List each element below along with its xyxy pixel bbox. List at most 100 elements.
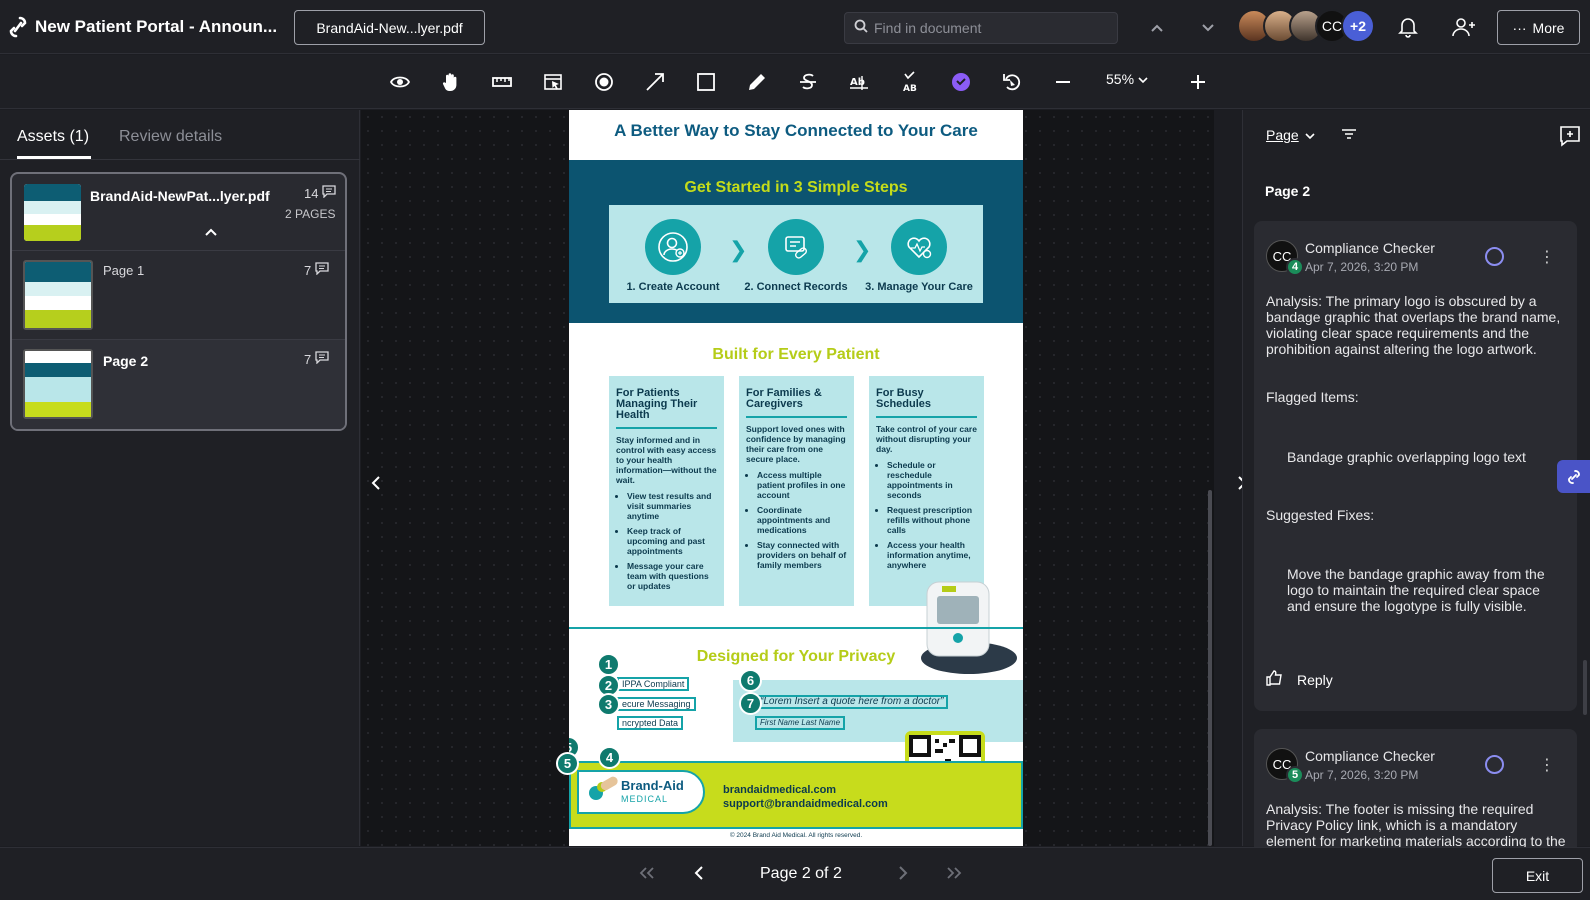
logo-brand-text: Brand-Aid bbox=[621, 778, 684, 793]
pen-icon[interactable] bbox=[742, 67, 772, 97]
comment-icon bbox=[315, 262, 329, 278]
page-count: 2 PAGES bbox=[285, 207, 336, 221]
list-item: Schedule or reschedule appointments in s… bbox=[887, 460, 977, 500]
annotation-pin[interactable]: 7 bbox=[739, 692, 762, 715]
asset-name: BrandAid-NewPat...lyer.pdf bbox=[90, 188, 270, 204]
thumbs-up-icon[interactable] bbox=[1266, 670, 1283, 689]
record-icon[interactable] bbox=[589, 67, 619, 97]
doctor-quote: “Lorem Insert a quote here from a doctor… bbox=[755, 695, 949, 709]
tab-assets[interactable]: Assets (1) bbox=[17, 128, 89, 146]
copyright-text: © 2024 Brand Aid Medical. All rights res… bbox=[729, 832, 863, 839]
notifications-bell-icon[interactable] bbox=[1398, 16, 1418, 43]
page-row-1[interactable]: Page 1 7 bbox=[12, 250, 345, 339]
comment-author: Compliance Checker bbox=[1305, 748, 1435, 764]
previous-page-icon[interactable] bbox=[684, 858, 714, 888]
comment-author: Compliance Checker bbox=[1305, 240, 1435, 256]
logo-sub-text: MEDICAL bbox=[621, 794, 669, 804]
comments-scrollbar[interactable] bbox=[1583, 660, 1587, 715]
column-title: For Patients Managing Their Health bbox=[616, 388, 717, 429]
collapse-chevron-up-icon[interactable] bbox=[204, 224, 218, 242]
strikethrough-icon[interactable] bbox=[793, 67, 823, 97]
reply-row: Reply bbox=[1266, 670, 1333, 689]
document-headline: A Better Way to Stay Connected to Your C… bbox=[614, 121, 978, 140]
chevron-up-icon bbox=[1151, 24, 1163, 32]
first-page-icon[interactable] bbox=[632, 858, 662, 888]
annotation-pin[interactable]: 5 bbox=[556, 752, 579, 775]
steps-title: Get Started in 3 Simple Steps bbox=[684, 179, 908, 196]
quote-attribution: First Name Last Name bbox=[755, 716, 846, 730]
spellcheck-icon[interactable]: AB bbox=[895, 67, 925, 97]
asset-card[interactable]: BrandAid-NewPat...lyer.pdf 14 2 PAGES Pa… bbox=[10, 172, 347, 431]
add-user-icon[interactable] bbox=[1452, 16, 1476, 43]
select-area-icon[interactable] bbox=[538, 67, 568, 97]
annotation-pin[interactable]: 3 bbox=[597, 693, 620, 716]
arrow-icon[interactable] bbox=[640, 67, 670, 97]
text-replace-icon[interactable]: Ab bbox=[844, 67, 874, 97]
collapse-left-panel-chevron-left-icon[interactable] bbox=[366, 468, 386, 498]
filter-icon[interactable] bbox=[1341, 127, 1357, 146]
page-indicator: Page 2 of 2 bbox=[760, 865, 842, 882]
zoom-out-icon[interactable] bbox=[1048, 67, 1078, 97]
svg-text:AB: AB bbox=[903, 84, 917, 93]
list-item: Request prescription refills without pho… bbox=[887, 505, 977, 535]
comment-card[interactable]: CC 5 Compliance Checker Apr 7, 2026, 3:2… bbox=[1254, 729, 1577, 859]
step-manage-care: 3. Manage Your Care bbox=[864, 219, 974, 293]
divider bbox=[0, 159, 360, 160]
annotation-toolbar: Ab AB 55% bbox=[0, 55, 1590, 109]
medical-record-icon bbox=[768, 219, 824, 275]
assets-panel: Assets (1) Review details BrandAid-NewPa… bbox=[0, 110, 360, 846]
ruler-icon[interactable] bbox=[487, 67, 517, 97]
collaborator-avatars[interactable]: CC +2 bbox=[1237, 9, 1375, 45]
contact-website: brandaidmedical.com bbox=[723, 784, 837, 796]
comments-page-heading: Page 2 bbox=[1265, 183, 1311, 199]
comment-count: 7 bbox=[304, 262, 329, 278]
chevron-down-icon bbox=[1138, 71, 1148, 87]
more-button[interactable]: ··· More bbox=[1497, 10, 1580, 45]
resolve-circle-icon[interactable] bbox=[1485, 247, 1504, 266]
avatar-overflow-badge[interactable]: +2 bbox=[1341, 9, 1375, 43]
comment-count: 7 bbox=[304, 351, 329, 367]
page-row-2[interactable]: Page 2 7 bbox=[12, 339, 345, 429]
exit-button[interactable]: Exit bbox=[1492, 858, 1583, 893]
rectangle-icon[interactable] bbox=[691, 67, 721, 97]
comment-date: Apr 7, 2026, 3:20 PM bbox=[1305, 768, 1419, 782]
built-title: Built for Every Patient bbox=[712, 346, 880, 363]
document-page: A Better Way to Stay Connected to Your C… bbox=[569, 110, 1023, 846]
more-vertical-icon[interactable]: ⋮ bbox=[1539, 247, 1555, 267]
last-page-icon[interactable] bbox=[939, 858, 969, 888]
zoom-in-icon[interactable] bbox=[1183, 67, 1213, 97]
privacy-item: ecure Messaging bbox=[617, 697, 696, 711]
column-intro: Take control of your care without disrup… bbox=[876, 424, 977, 454]
file-selector-button[interactable]: BrandAid-New...lyer.pdf bbox=[294, 10, 485, 45]
eye-icon[interactable] bbox=[385, 67, 415, 97]
find-in-document-field[interactable] bbox=[844, 12, 1118, 44]
link-icon[interactable] bbox=[1557, 460, 1590, 493]
viewer-scrollbar[interactable] bbox=[1208, 490, 1212, 846]
annotation-pin[interactable]: 4 bbox=[598, 746, 621, 769]
more-vertical-icon[interactable]: ⋮ bbox=[1539, 755, 1555, 775]
zoom-level-dropdown[interactable]: 55% bbox=[1106, 71, 1148, 87]
resolve-circle-icon[interactable] bbox=[1485, 755, 1504, 774]
page-label: Page 2 bbox=[103, 353, 149, 369]
user-add-icon bbox=[645, 219, 701, 275]
annotation-pin[interactable]: 6 bbox=[739, 669, 762, 692]
search-input[interactable] bbox=[874, 20, 1114, 36]
next-match-button[interactable] bbox=[1194, 14, 1222, 42]
comment-card[interactable]: CC 4 Compliance Checker Apr 7, 2026, 3:2… bbox=[1254, 221, 1577, 711]
add-comment-icon[interactable] bbox=[1559, 125, 1581, 152]
comment-date: Apr 7, 2026, 3:20 PM bbox=[1305, 260, 1419, 274]
annotation-pin[interactable]: 1 bbox=[597, 653, 620, 676]
comment-icon bbox=[315, 351, 329, 367]
tab-review-details[interactable]: Review details bbox=[119, 128, 222, 146]
rotate-icon[interactable] bbox=[997, 67, 1027, 97]
next-page-icon[interactable] bbox=[888, 858, 918, 888]
check-badge-icon[interactable] bbox=[946, 67, 976, 97]
reply-button[interactable]: Reply bbox=[1297, 672, 1333, 688]
hand-icon[interactable] bbox=[436, 67, 466, 97]
previous-match-button[interactable] bbox=[1143, 14, 1171, 42]
page-filter-dropdown[interactable]: Page bbox=[1266, 127, 1315, 143]
chevron-down-icon bbox=[1305, 127, 1315, 143]
comment-icon bbox=[322, 185, 337, 201]
fixes-label: Suggested Fixes: bbox=[1266, 507, 1375, 523]
link-logo-icon[interactable] bbox=[8, 16, 28, 38]
